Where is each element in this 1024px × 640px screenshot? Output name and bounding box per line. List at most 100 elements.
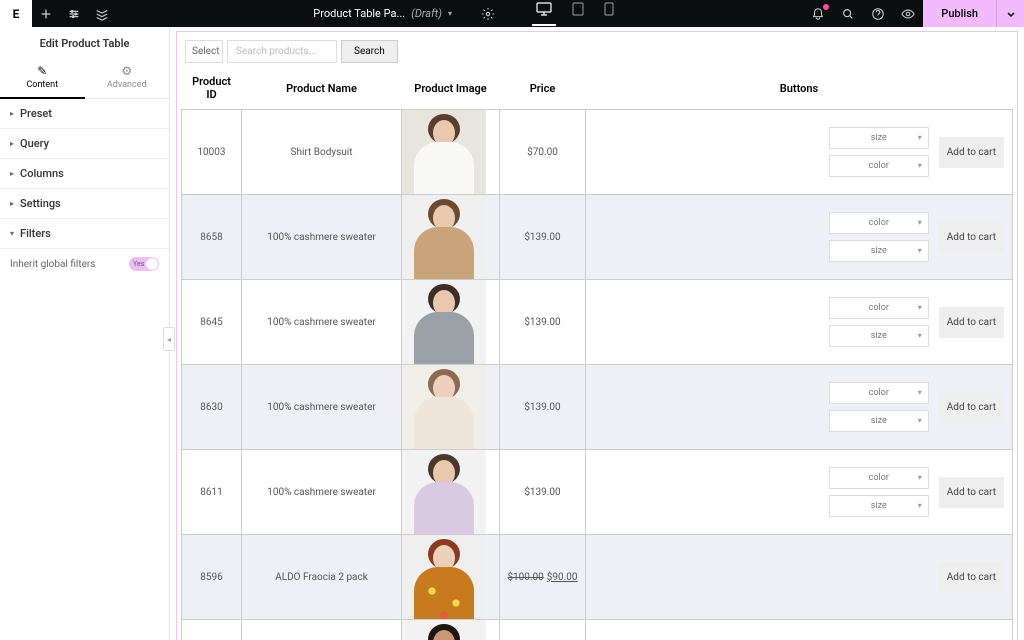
cell-image (402, 365, 500, 450)
inherit-filters-label: Inherit global filters (10, 259, 95, 270)
tab-advanced[interactable]: ⚙Advanced (85, 60, 170, 98)
add-to-cart-button[interactable]: Add to cart (939, 137, 1004, 168)
main: Edit Product Table ✎Content ⚙Advanced ▸P… (0, 27, 1024, 640)
color-select[interactable]: color (829, 297, 929, 319)
device-switcher (536, 2, 614, 25)
product-image (402, 535, 486, 619)
device-desktop-icon[interactable] (536, 2, 552, 25)
cell-price: $139.00 (500, 195, 586, 280)
color-select[interactable]: color (829, 155, 929, 177)
device-mobile-icon[interactable] (604, 2, 614, 25)
chevron-right-icon: ▸ (10, 109, 14, 118)
search-button[interactable]: Search (341, 40, 398, 63)
product-image (402, 450, 486, 534)
pencil-icon: ✎ (0, 64, 85, 78)
search-input[interactable]: Search products... (227, 40, 337, 63)
preview-icon[interactable] (893, 0, 923, 27)
product-image (402, 620, 486, 640)
category-select[interactable]: Select c (185, 40, 223, 63)
sidebar-title: Edit Product Table (0, 27, 169, 60)
size-select[interactable]: size (829, 240, 929, 262)
section-filters[interactable]: ▾Filters (0, 219, 169, 249)
cell-id: 8577 (182, 620, 242, 640)
cell-buttons: color size Add to cart (586, 450, 1013, 535)
section-preset[interactable]: ▸Preset (0, 99, 169, 129)
sidebar-tabs: ✎Content ⚙Advanced (0, 60, 169, 99)
size-select[interactable]: size (829, 127, 929, 149)
search-icon[interactable] (833, 0, 863, 27)
sidebar: Edit Product Table ✎Content ⚙Advanced ▸P… (0, 27, 170, 640)
chevron-right-icon: ▸ (10, 199, 14, 208)
add-to-cart-button[interactable]: Add to cart (939, 222, 1004, 253)
table-controls: Select c Search products... Search (181, 36, 1013, 67)
settings-panel-icon[interactable] (60, 0, 88, 27)
add-to-cart-button[interactable]: Add to cart (939, 562, 1004, 593)
size-select[interactable]: size (829, 325, 929, 347)
add-to-cart-button[interactable]: Add to cart (939, 307, 1004, 338)
cell-image (402, 280, 500, 365)
section-query[interactable]: ▸Query (0, 129, 169, 159)
header-image: Product Image (402, 67, 500, 110)
color-select[interactable]: color (829, 212, 929, 234)
product-image (402, 365, 486, 449)
document-title[interactable]: Product Table Pa... (Draft) ▾ (305, 7, 460, 20)
cell-id: 8630 (182, 365, 242, 450)
section-settings[interactable]: ▸Settings (0, 189, 169, 219)
add-icon[interactable] (32, 0, 60, 27)
product-image (402, 195, 486, 279)
cell-price: $139.00 (500, 450, 586, 535)
cell-id: 8645 (182, 280, 242, 365)
header-name: Product Name (242, 67, 402, 110)
cell-buttons: Add to cart (586, 535, 1013, 620)
header-price: Price (500, 67, 586, 110)
section-columns[interactable]: ▸Columns (0, 159, 169, 189)
cell-buttons: color size Add to cart (586, 195, 1013, 280)
collapse-sidebar-handle[interactable]: ◂ (163, 327, 175, 351)
cell-image (402, 110, 500, 195)
table-row: 10003 Shirt Bodysuit $70.00 sizecolor Ad… (182, 110, 1013, 195)
doc-title-text: Product Table Pa... (313, 7, 405, 20)
cell-price: $139.00 (500, 365, 586, 450)
logo-button[interactable]: E (0, 0, 32, 27)
chevron-right-icon: ▸ (10, 139, 14, 148)
chevron-down-icon: ▾ (448, 9, 452, 18)
device-tablet-icon[interactable] (572, 2, 584, 25)
publish-button[interactable]: Publish (923, 0, 996, 27)
color-select[interactable]: color (829, 382, 929, 404)
add-to-cart-button[interactable]: Add to cart (939, 477, 1004, 508)
cell-id: 8658 (182, 195, 242, 280)
color-select[interactable]: color (829, 467, 929, 489)
table-row: 8596 ALDO Fraocia 2 pack $100.00$90.00 A… (182, 535, 1013, 620)
product-table: Product ID Product Name Product Image Pr… (181, 67, 1013, 640)
size-select[interactable]: size (829, 495, 929, 517)
cell-buttons: color size Add to cart (586, 280, 1013, 365)
inherit-filters-toggle[interactable]: Yes (129, 257, 159, 271)
cell-image (402, 620, 500, 640)
chevron-right-icon: ▸ (10, 169, 14, 178)
cell-name: ALDO Fraocia 2 pack (242, 535, 402, 620)
cell-price: $139.00 (500, 280, 586, 365)
page-settings-icon[interactable] (474, 0, 502, 27)
publish-dropdown[interactable] (996, 0, 1024, 27)
structure-icon[interactable] (88, 0, 116, 27)
cell-price: $70.00 (500, 110, 586, 195)
product-table-widget[interactable]: Select c Search products... Search Produ… (176, 31, 1018, 640)
cell-image (402, 535, 500, 620)
tab-content[interactable]: ✎Content (0, 60, 85, 98)
cell-image (402, 195, 500, 280)
cell-price: $90.00 (500, 620, 586, 640)
gear-icon: ⚙ (85, 64, 170, 78)
cell-name: Shirt Bodysuit (242, 110, 402, 195)
product-image (402, 110, 486, 194)
table-row: 8611 100% cashmere sweater $139.00 color… (182, 450, 1013, 535)
cell-buttons: size color Add to cart (586, 110, 1013, 195)
cell-image (402, 450, 500, 535)
add-to-cart-button[interactable]: Add to cart (939, 392, 1004, 423)
table-row: 8658 100% cashmere sweater $139.00 color… (182, 195, 1013, 280)
cell-name: 100% cashmere sweater (242, 280, 402, 365)
size-select[interactable]: size (829, 410, 929, 432)
header-id: Product ID (182, 67, 242, 110)
help-icon[interactable] (863, 0, 893, 27)
notification-dot (823, 4, 829, 10)
notifications-icon[interactable] (803, 0, 833, 27)
